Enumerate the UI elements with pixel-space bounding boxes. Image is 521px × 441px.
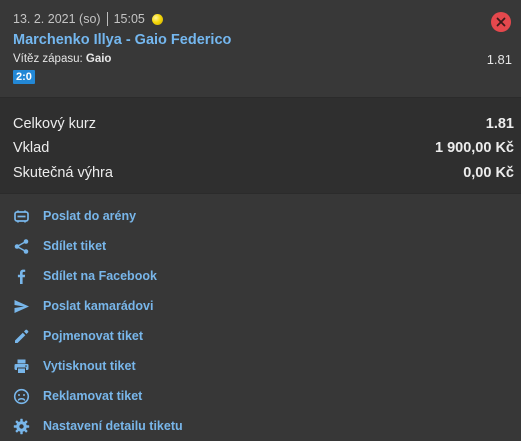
send-to-arena-button[interactable]: Poslat do arény [13,205,136,227]
ticket-summary: Celkový kurz 1.81 Vklad 1 900,00 Kč Skut… [0,98,521,193]
sad-face-icon [13,388,30,405]
actual-win-label: Skutečná výhra [13,165,113,181]
actual-win-value: 0,00 Kč [463,165,514,181]
action-label: Pojmenovat tiket [43,329,144,343]
ticket-detail: 13. 2. 2021 (so) 15:05 Marchenko Illya -… [0,0,521,441]
remove-bet-button[interactable] [491,12,511,32]
action-label: Sdílet tiket [43,239,107,253]
action-label: Poslat kamarádovi [43,299,154,313]
total-odds-value: 1.81 [485,116,514,132]
action-label: Vytisknout tiket [43,359,136,373]
total-odds-row: Celkový kurz 1.81 [13,114,514,134]
bet-date: 13. 2. 2021 (so) [13,12,101,26]
action-label: Reklamovat tiket [43,389,143,403]
bet-odd: 1.81 [486,52,512,67]
share-facebook-button[interactable]: Sdílet na Facebook [13,265,157,287]
stake-row: Vklad 1 900,00 Kč [13,138,514,158]
send-to-friend-button[interactable]: Poslat kamarádovi [13,295,153,317]
action-label: Poslat do arény [43,209,137,223]
arena-icon [13,208,30,225]
rename-ticket-button[interactable]: Pojmenovat tiket [13,325,143,347]
total-odds-label: Celkový kurz [13,116,96,132]
bet-item: 13. 2. 2021 (so) 15:05 Marchenko Illya -… [0,0,521,97]
print-ticket-button[interactable]: Vytisknout tiket [13,355,136,377]
market-selection: Gaio [85,53,112,65]
close-icon [496,17,506,27]
action-label: Sdílet na Facebook [43,269,157,283]
match-name[interactable]: Marchenko Illya - Gaio Federico [13,32,231,48]
print-icon [13,358,30,375]
bet-market: Vítěz zápasu: Gaio [13,53,111,65]
ticket-detail-settings-button[interactable]: Nastavení detailu tiketu [13,415,183,437]
share-ticket-button[interactable]: Sdílet tiket [13,235,106,257]
market-label: Vítěz zápasu: [13,53,83,65]
pencil-icon [13,328,30,345]
bet-time: 15:05 [113,12,145,26]
actual-win-row: Skutečná výhra 0,00 Kč [13,163,514,183]
stake-value: 1 900,00 Kč [434,140,514,156]
ticket-actions: Poslat do arény Sdílet tiket Sdílet na F… [0,194,521,441]
bet-meta: 13. 2. 2021 (so) 15:05 [13,11,163,27]
action-label: Nastavení detailu tiketu [43,419,183,433]
meta-separator [106,12,108,26]
gear-icon [13,418,30,435]
share-icon [13,238,30,255]
stake-label: Vklad [13,140,50,156]
send-icon [13,298,30,315]
claim-ticket-button[interactable]: Reklamovat tiket [13,385,142,407]
facebook-icon [13,268,30,285]
tennis-ball-icon [151,13,163,25]
score-badge: 2:0 [13,70,35,84]
